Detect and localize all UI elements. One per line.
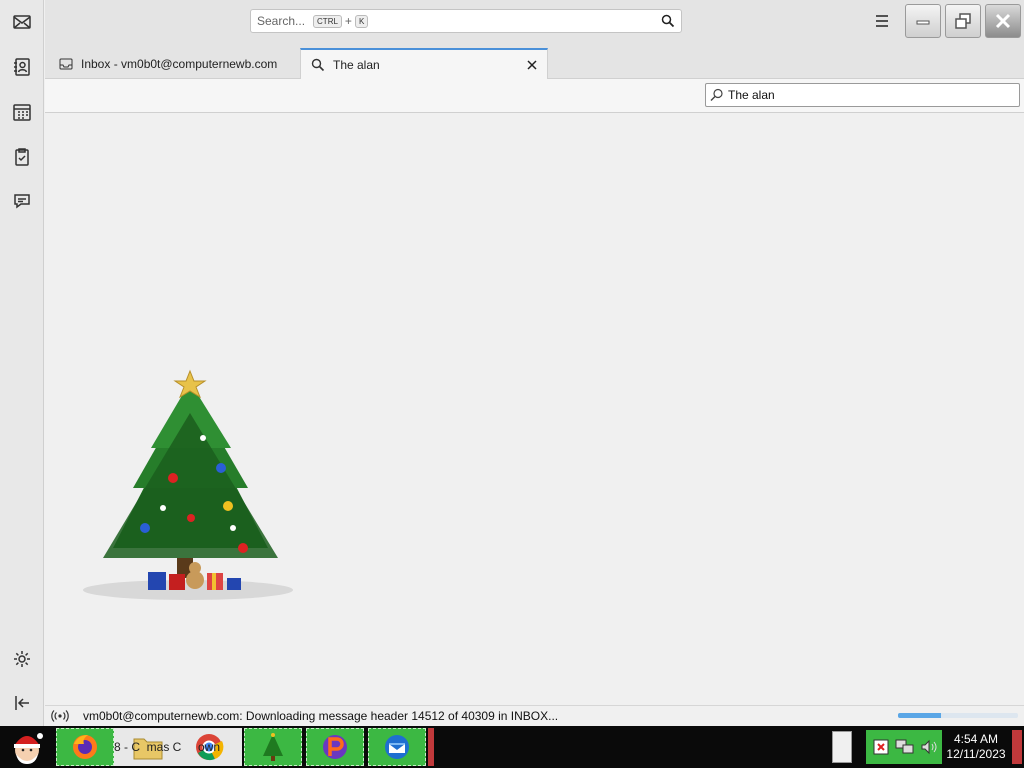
taskbar-separator (428, 728, 434, 766)
download-progress-bar (898, 713, 1018, 718)
shortcut-key-ctrl: CTRL (313, 14, 342, 28)
christmas-tree-image (83, 369, 293, 600)
firefox-icon (73, 735, 97, 759)
notification-card-icon[interactable] (832, 731, 852, 763)
close-icon[interactable] (525, 58, 539, 72)
inbox-icon (59, 58, 73, 69)
thunderbird-icon (385, 735, 409, 759)
start-button[interactable] (4, 728, 50, 766)
hamburger-menu-icon[interactable] (873, 12, 891, 30)
search-icon[interactable] (661, 14, 675, 28)
system-tray (866, 730, 942, 764)
settings-icon[interactable] (8, 645, 36, 673)
search-icon (311, 58, 325, 71)
quick-filter-value: The alan (728, 88, 775, 102)
global-search-input[interactable]: Search... CTRL + K (250, 9, 682, 33)
taskbar-christmas-tree[interactable] (244, 728, 302, 766)
download-progress-fill (898, 713, 942, 718)
status-text: vm0b0t@computernewb.com: Downloading mes… (83, 709, 559, 723)
close-button[interactable] (985, 4, 1021, 38)
clock[interactable]: 4:54 AM 12/11/2023 (942, 730, 1010, 764)
christmas-tree-icon (263, 733, 283, 761)
taskbar-firefox[interactable] (56, 728, 114, 766)
action-center-icon[interactable] (872, 738, 892, 756)
shortcut-key-k: K (354, 14, 369, 28)
online-status-icon[interactable] (51, 709, 69, 723)
tab-inbox[interactable]: Inbox - vm0b0t@computernewb.com (49, 48, 294, 79)
status-bar: vm0b0t@computernewb.com: Downloading mes… (45, 705, 1024, 726)
clock-date: 12/11/2023 (946, 747, 1006, 761)
quick-filter-input[interactable]: The alan (705, 83, 1020, 107)
collapse-icon[interactable] (8, 689, 36, 717)
clock-time: 4:54 AM (953, 732, 999, 746)
shortcut-plus: + (344, 14, 352, 28)
volume-icon[interactable] (920, 738, 938, 756)
spaces-toolbar (0, 0, 44, 726)
search-results-pane (45, 113, 1024, 705)
title-bar: Search... CTRL + K (45, 0, 1024, 44)
network-icon[interactable] (894, 738, 916, 756)
santa-icon (14, 733, 43, 764)
app-p-icon (323, 735, 347, 759)
tab-bar: Inbox - vm0b0t@computernewb.com The alan (45, 44, 1024, 79)
taskbar-thunderbird[interactable] (368, 728, 426, 766)
restore-button[interactable] (945, 4, 981, 38)
tab-label: The alan (333, 57, 380, 72)
tab-search-results[interactable]: The alan (300, 48, 548, 79)
chat-icon[interactable] (8, 187, 36, 215)
search-placeholder: Search... (257, 14, 306, 28)
taskbar: 8 - C mas C own 4:54 AM 12/11/2023 (0, 726, 1024, 768)
taskbar-window-christmas-countdown[interactable]: 8 - C mas C own (114, 728, 242, 766)
search-toolbar: The alan (45, 79, 1024, 185)
search-icon (710, 88, 723, 101)
calendar-icon[interactable] (8, 98, 36, 126)
tab-label: Inbox - vm0b0t@computernewb.com (81, 56, 278, 71)
minimize-button[interactable] (905, 4, 941, 38)
taskbar-app-p[interactable] (306, 728, 364, 766)
address-book-icon[interactable] (8, 53, 36, 81)
show-desktop-button[interactable] (1012, 730, 1022, 764)
mail-icon[interactable] (8, 8, 36, 36)
tasks-icon[interactable] (8, 143, 36, 171)
taskbar-window-label: 8 - C mas C own (114, 740, 221, 754)
